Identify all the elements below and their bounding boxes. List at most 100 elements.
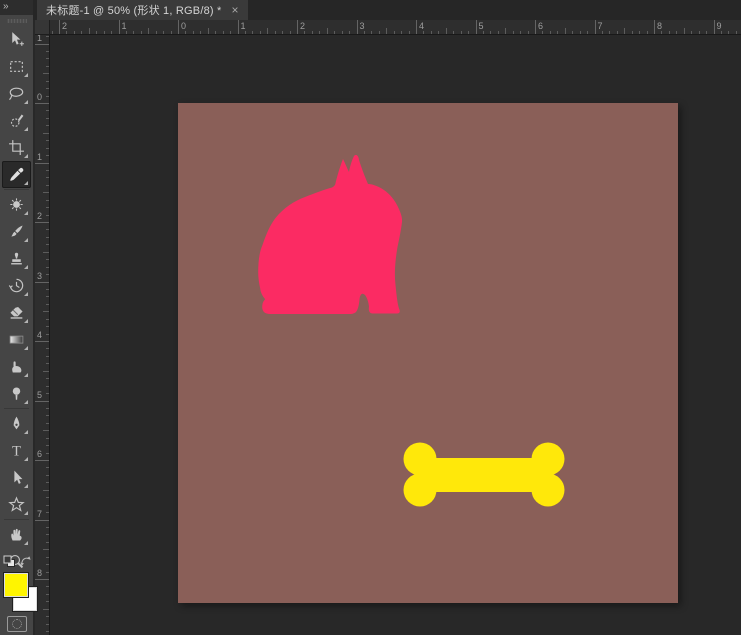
- eraser-tool[interactable]: [2, 299, 31, 326]
- ruler-tick: [46, 207, 49, 209]
- document-tab[interactable]: 未标题-1 @ 50% (形状 1, RGB/8) * ×: [37, 0, 248, 20]
- hand-icon: [8, 526, 25, 543]
- ruler-tick: [46, 601, 49, 603]
- move-tool[interactable]: [2, 26, 31, 53]
- ruler-label: 6: [37, 449, 43, 459]
- ruler-label: 6: [538, 21, 544, 31]
- ruler-label: 8: [657, 21, 663, 31]
- spot-healing-brush-tool[interactable]: [2, 191, 31, 218]
- tab-close-icon[interactable]: ×: [232, 4, 239, 16]
- panel-collapse-button[interactable]: »: [0, 0, 33, 15]
- lasso-tool[interactable]: [2, 80, 31, 107]
- ruler-label: 4: [37, 330, 43, 340]
- horizontal-ruler[interactable]: 2 1 0 1 2 3 4 5 6 7 8 9: [50, 20, 741, 35]
- ruler-tick: [683, 28, 685, 34]
- dodge-tool[interactable]: [2, 380, 31, 407]
- ruler-tick: [46, 571, 49, 573]
- ruler-tick: [319, 31, 321, 34]
- ruler-tick: [35, 579, 49, 580]
- ruler-tick: [535, 20, 536, 34]
- ruler-tick: [304, 31, 306, 34]
- type-tool[interactable]: T: [2, 437, 31, 464]
- ruler-tick: [35, 162, 49, 164]
- pen-icon: [8, 415, 25, 432]
- ruler-tick: [237, 20, 239, 34]
- ruler-tick: [609, 31, 611, 34]
- clone-stamp-tool[interactable]: [2, 245, 31, 272]
- ruler-tick: [713, 20, 715, 34]
- ruler-tick: [46, 586, 49, 588]
- ruler-tick: [35, 400, 49, 402]
- pen-tool[interactable]: [2, 410, 31, 437]
- ruler-tick: [118, 20, 120, 34]
- ruler-tick: [43, 489, 49, 491]
- toolbar-grip[interactable]: [6, 19, 27, 23]
- ruler-tick: [46, 326, 49, 328]
- ruler-label: 9: [716, 21, 722, 31]
- ruler-tick: [616, 31, 618, 34]
- ruler-tick: [46, 526, 49, 528]
- swap-colors-icon[interactable]: [19, 554, 32, 572]
- ruler-tick: [349, 31, 351, 34]
- quick-selection-tool[interactable]: [2, 107, 31, 134]
- ruler-tick: [46, 378, 49, 380]
- ruler-tick: [691, 31, 693, 34]
- ruler-tick: [46, 36, 49, 38]
- document-canvas[interactable]: [178, 103, 678, 603]
- ruler-tick: [259, 31, 261, 34]
- ruler-label: 0: [181, 21, 187, 31]
- ruler-label: 1: [121, 21, 127, 31]
- ruler-tick: [267, 28, 269, 34]
- rabbit-shape[interactable]: [258, 155, 403, 318]
- smudge-tool[interactable]: [2, 353, 31, 380]
- ruler-tick: [505, 28, 507, 34]
- canvas-viewport[interactable]: [50, 35, 741, 635]
- hand-tool[interactable]: [2, 521, 31, 548]
- ruler-origin-box[interactable]: [35, 20, 50, 35]
- ruler-tick: [572, 31, 574, 34]
- quick-mask-button[interactable]: [7, 616, 27, 632]
- ruler-tick: [155, 31, 157, 34]
- history-brush-tool[interactable]: [2, 272, 31, 299]
- ruler-tick: [46, 497, 49, 499]
- ruler-tick: [46, 88, 49, 90]
- ruler-tick: [170, 31, 172, 34]
- ruler-tick: [140, 31, 142, 34]
- foreground-color-swatch[interactable]: [3, 572, 29, 598]
- tool-buttons: T: [0, 26, 33, 575]
- ruler-tick: [676, 31, 678, 34]
- ruler-tick: [46, 363, 49, 365]
- bone-shape[interactable]: [403, 442, 565, 507]
- ruler-tick: [438, 31, 440, 34]
- ruler-tick: [594, 20, 596, 34]
- ruler-tick: [557, 31, 559, 34]
- vertical-ruler[interactable]: 1 0 1 2 3 4 5 6 7 8: [35, 35, 50, 635]
- stamp-icon: [8, 250, 25, 267]
- ruler-tick: [46, 177, 49, 179]
- ruler-tick: [408, 31, 410, 34]
- ruler-tick: [46, 616, 49, 618]
- ruler-tick: [46, 474, 49, 476]
- ruler-tick: [341, 31, 343, 34]
- tab-bar: 未标题-1 @ 50% (形状 1, RGB/8) * ×: [33, 0, 741, 20]
- custom-shape-tool[interactable]: [2, 491, 31, 518]
- ruler-tick: [46, 504, 49, 506]
- ruler-tick: [244, 31, 246, 34]
- eyedropper-tool[interactable]: [2, 161, 31, 188]
- ruler-tick: [43, 132, 49, 134]
- ruler-tick: [43, 311, 49, 313]
- ruler-tick: [564, 28, 566, 34]
- ruler-tick: [46, 422, 49, 424]
- ruler-label: 8: [37, 568, 43, 578]
- gradient-tool[interactable]: [2, 326, 31, 353]
- path-selection-tool[interactable]: [2, 464, 31, 491]
- rectangular-marquee-tool[interactable]: [2, 53, 31, 80]
- default-colors-icon[interactable]: [3, 555, 16, 573]
- crop-tool[interactable]: [2, 134, 31, 161]
- ruler-tick: [363, 31, 365, 34]
- healing-icon: [8, 196, 25, 213]
- brush-tool[interactable]: [2, 218, 31, 245]
- eraser-icon: [8, 304, 25, 321]
- ruler-tick: [654, 20, 655, 34]
- ruler-tick: [96, 31, 98, 34]
